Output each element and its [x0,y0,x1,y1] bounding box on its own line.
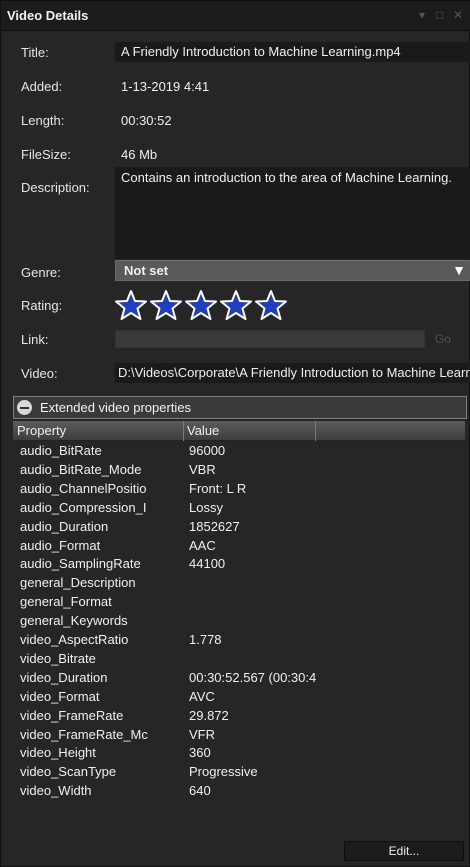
table-row[interactable]: audio_ChannelPositio Front: L R [13,480,465,498]
edit-button[interactable]: Edit... [344,841,464,861]
close-icon[interactable]: ✕ [453,8,463,22]
genre-value: Not set [124,263,169,278]
length-value: 00:30:52 [121,113,172,128]
table-row[interactable]: general_Description [13,574,465,592]
video-details-panel: Video Details ▾ □ ✕ Title: A Friendly In… [0,0,470,867]
window-title: Video Details [7,8,89,23]
column-separator[interactable] [183,421,184,441]
column-separator[interactable] [315,421,316,441]
video-label: Video: [21,366,58,381]
star-icon[interactable] [220,289,252,321]
property-value: 44100 [189,556,226,572]
property-name: video_Duration [20,669,108,685]
star-icon[interactable] [255,289,287,321]
minus-circle-icon[interactable] [17,400,32,415]
column-header-value[interactable]: Value [187,423,219,438]
table-row[interactable]: video_FrameRate_Mc VFR [13,726,465,744]
length-label: Length: [21,113,65,128]
property-name: audio_Format [20,537,101,553]
star-icon[interactable] [115,289,147,321]
property-value: Front: L R [189,480,247,496]
filesize-label: FileSize: [21,147,71,162]
property-name: video_Height [20,745,96,761]
property-name: video_ScanType [20,764,117,780]
star-icon[interactable] [150,289,182,321]
table-row[interactable]: audio_Format AAC [13,537,465,555]
video-path-field[interactable]: D:\Videos\Corporate\A Friendly Introduct… [115,363,470,383]
table-row[interactable]: audio_BitRate_Mode VBR [13,461,465,479]
column-header-property[interactable]: Property [17,423,66,438]
table-row[interactable]: video_AspectRatio 1.778 [13,631,465,649]
table-row[interactable]: general_Format [13,593,465,611]
property-value: VFR [189,726,215,742]
extended-properties-header[interactable]: Extended video properties [13,396,467,419]
description-textarea[interactable]: Contains an introduction to the area of … [115,167,470,259]
property-name: audio_ChannelPositio [20,480,147,496]
property-name: video_Bitrate [20,650,96,666]
added-label: Added: [21,79,63,94]
property-name: audio_Duration [20,518,109,534]
property-value: 29.872 [189,707,229,723]
table-row[interactable]: video_Height 360 [13,744,465,762]
video-path-value: D:\Videos\Corporate\A Friendly Introduct… [118,365,470,380]
star-icon[interactable] [185,289,217,321]
added-value: 1-13-2019 4:41 [121,79,210,94]
table-row[interactable]: video_Duration 00:30:52.567 (00:30:4 [13,669,465,687]
description-value: Contains an introduction to the area of … [121,170,452,185]
table-row[interactable]: audio_Duration 1852627 [13,518,465,536]
extended-properties-title: Extended video properties [40,400,192,415]
rating-label: Rating: [21,298,63,313]
property-name: general_Description [20,575,136,591]
property-name: general_Keywords [20,613,128,629]
genre-label: Genre: [21,265,61,280]
table-row[interactable]: video_Format AVC [13,688,465,706]
dropdown-arrow-icon[interactable]: ▾ [419,8,425,22]
property-value: 96000 [189,443,226,458]
link-label: Link: [21,332,49,347]
property-value: 360 [189,745,211,761]
grid-header: Property Value [13,421,465,441]
link-input[interactable] [115,330,425,348]
table-row[interactable]: general_Keywords [13,612,465,630]
description-label: Description: [21,180,90,195]
property-name: video_AspectRatio [20,632,129,647]
property-name: video_FrameRate [20,707,124,723]
properties-grid[interactable]: Property Value audio_BitRate 96000 audio_B… [13,421,467,831]
property-name: audio_Compression_I [20,499,147,515]
property-value: VBR [189,461,216,477]
property-name: video_Width [20,783,92,799]
table-row[interactable]: audio_BitRate 96000 [13,442,465,460]
table-row[interactable]: video_ScanType Progressive [13,763,465,781]
rating-stars[interactable] [115,289,290,323]
genre-select[interactable]: Not set ▼ [115,260,470,281]
table-row[interactable]: video_Width 640 [13,782,465,800]
property-value: 640 [189,783,211,799]
title-bar: Video Details ▾ □ ✕ [1,1,470,31]
restore-icon[interactable]: □ [436,8,443,22]
triangle-down-icon: ▼ [452,262,466,278]
table-row[interactable]: audio_SamplingRate 44100 [13,555,465,573]
table-row[interactable]: video_Bitrate [13,650,465,668]
property-value: 00:30:52.567 (00:30:4 [189,669,317,685]
property-name: general_Format [20,594,112,610]
property-value: 1852627 [189,518,240,534]
property-value: 1.778 [189,632,222,647]
property-value: Lossy [189,499,223,515]
property-name: video_Format [20,688,100,704]
filesize-value: 46 Mb [121,147,158,162]
table-row[interactable]: video_FrameRate 29.872 [13,707,465,725]
property-value: AAC [189,537,216,553]
property-name: audio_SamplingRate [20,556,141,572]
title-field[interactable]: A Friendly Introduction to Machine Learn… [115,42,470,62]
go-button[interactable]: Go [435,332,451,346]
property-name: video_FrameRate_Mc [20,726,148,742]
title-label: Title: [21,45,49,60]
property-value: Progressive [189,764,258,780]
property-name: audio_BitRate_Mode [20,461,142,477]
table-row[interactable]: audio_Compression_I Lossy [13,499,465,517]
property-name: audio_BitRate [20,443,102,458]
title-value: A Friendly Introduction to Machine Learn… [121,44,401,59]
property-value: AVC [189,688,215,704]
